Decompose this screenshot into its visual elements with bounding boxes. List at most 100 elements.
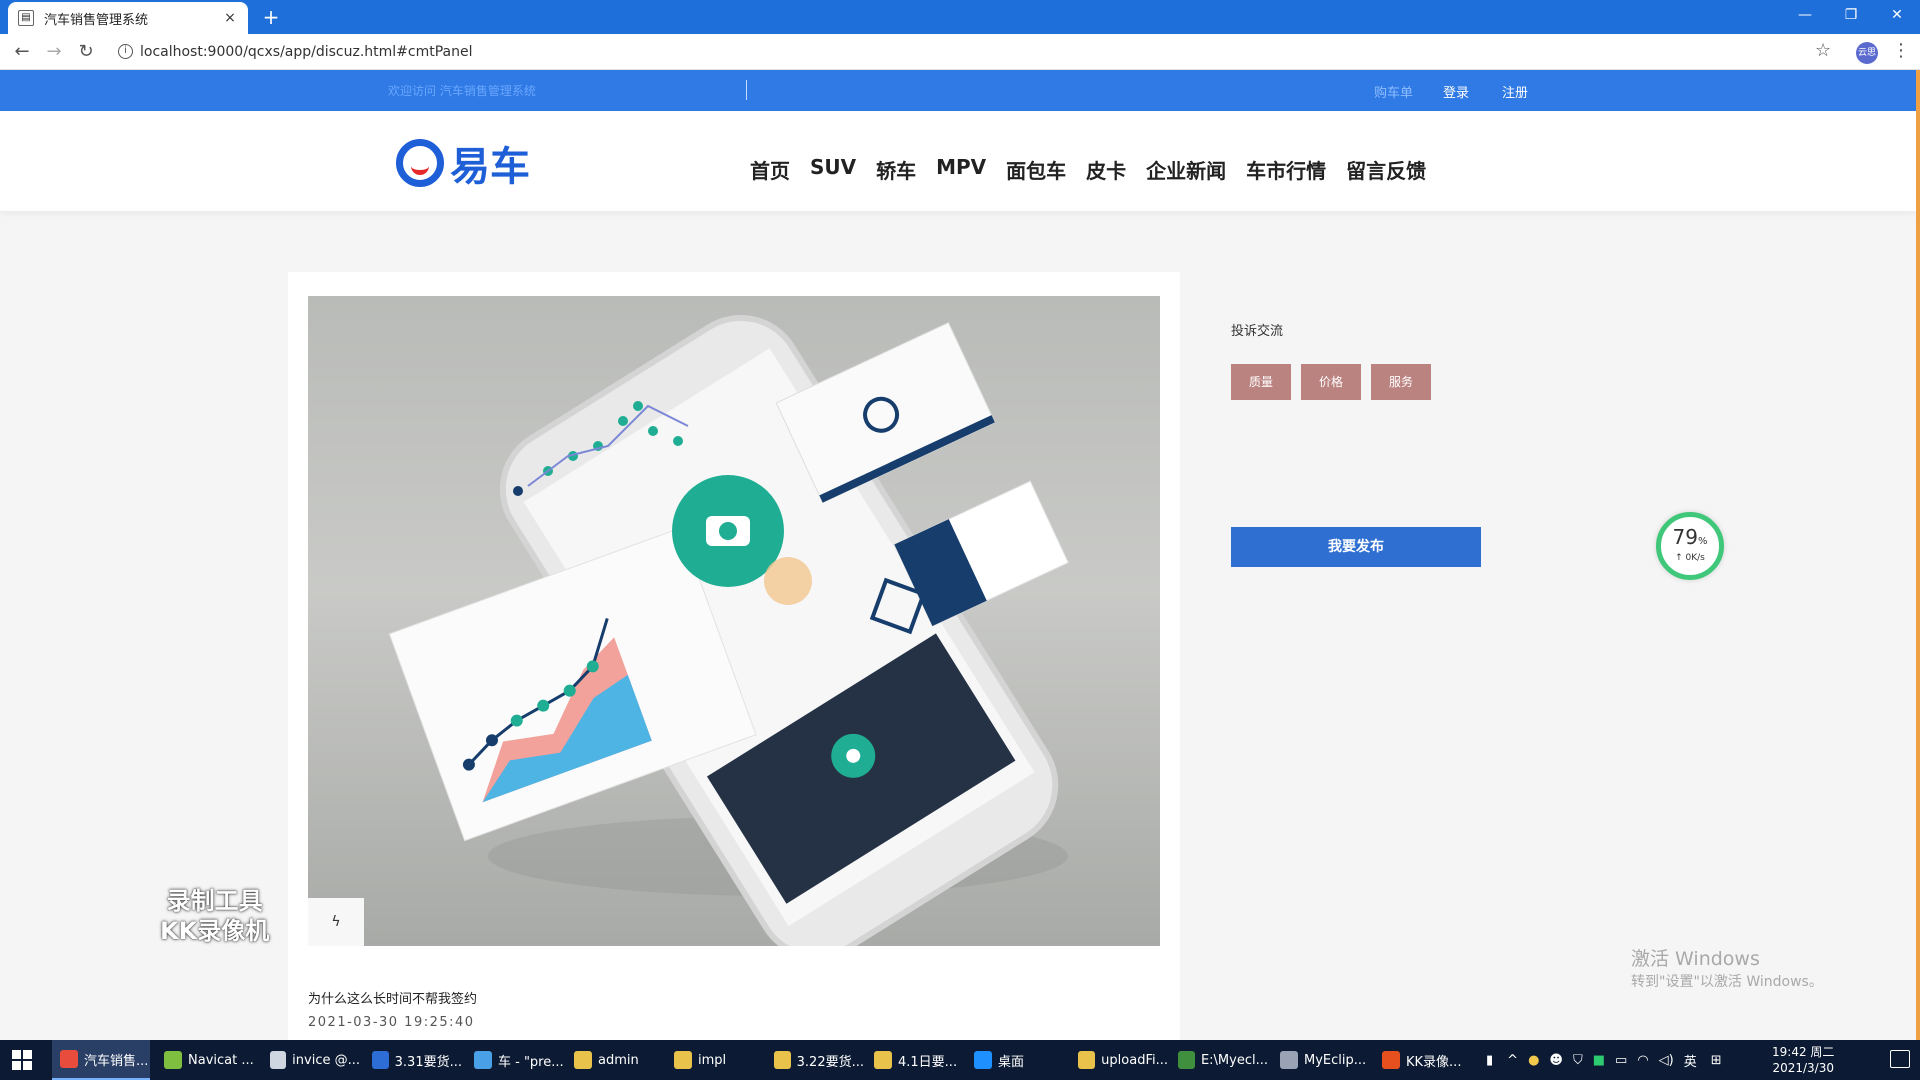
nav-mpv[interactable]: MPV (936, 155, 986, 184)
wifi-icon[interactable]: ◠ (1637, 1053, 1648, 1068)
bookmark-star-icon[interactable]: ☆ (1815, 40, 1831, 61)
page-favicon-icon: ▤ (18, 10, 34, 26)
nav-van[interactable]: 面包车 (1006, 155, 1066, 184)
taskbar-item[interactable]: 3.31要货... (364, 1040, 462, 1080)
site-header: 易车 首页 SUV 轿车 MPV 面包车 皮卡 企业新闻 车市行情 留言反馈 (0, 111, 1916, 211)
qq-icon[interactable]: ☻ (1549, 1053, 1563, 1068)
taskbar-clock[interactable]: 19:42 周二 2021/3/30 (1772, 1044, 1834, 1076)
publish-button[interactable]: 我要发布 (1231, 527, 1481, 567)
nav-sedan[interactable]: 轿车 (876, 155, 916, 184)
new-tab-button[interactable]: + (258, 4, 284, 30)
windows-taskbar: 汽车销售... Navicat ... invice @... 3.31要货... 车 … (0, 1040, 1920, 1080)
taskbar-item[interactable]: MyEclip... (1272, 1040, 1370, 1080)
taskbar-item-label: invice @... (292, 1052, 360, 1068)
taskbar-app-icon (674, 1051, 692, 1069)
taskbar-item-label: impl (698, 1052, 727, 1068)
logo-text: 易车 (450, 144, 530, 190)
taskbar-app-icon (372, 1051, 389, 1069)
back-icon[interactable]: ← (10, 40, 34, 64)
tag-service-button[interactable]: 服务 (1371, 364, 1431, 400)
taskbar-app-icon (474, 1051, 492, 1069)
taskbar-item[interactable]: invice @... (262, 1040, 360, 1080)
tag-quality-button[interactable]: 质量 (1231, 364, 1291, 400)
taskbar-item[interactable]: 桌面 (966, 1040, 1064, 1080)
tray-app-icon[interactable]: ● (1528, 1053, 1539, 1068)
battery-icon[interactable]: ▮ (1486, 1053, 1493, 1068)
taskbar-item[interactable]: 车 - "pre... (466, 1040, 564, 1080)
post-title[interactable]: 为什么这么长时间不帮我签约 (308, 988, 477, 1007)
post-hero-image (308, 296, 1160, 946)
taskbar-app-icon (270, 1051, 287, 1069)
like-button[interactable]: ϟ (308, 898, 364, 946)
address-bar-row: ← → ↻ i localhost:9000/qcxs/app/discuz.h… (0, 34, 1920, 70)
taskbar-item[interactable]: 汽车销售... (52, 1040, 150, 1080)
forward-icon[interactable]: → (42, 40, 66, 64)
strip-divider (746, 80, 747, 100)
phone-infographic-illustration (388, 314, 1070, 946)
tab-close-icon[interactable]: × (222, 10, 238, 26)
tab-title: 汽车销售管理系统 (44, 12, 149, 28)
reload-icon[interactable]: ↻ (74, 40, 98, 64)
nav-home[interactable]: 首页 (750, 155, 790, 184)
register-link[interactable]: 注册 (1502, 82, 1528, 101)
activate-title: 激活 Windows (1631, 948, 1760, 970)
activate-subtitle: 转到"设置"以激活 Windows。 (1631, 974, 1823, 990)
activate-windows-notice: 激活 Windows 转到"设置"以激活 Windows。 (1631, 944, 1823, 991)
system-tray: ▮ ^ ● ☻ ⛉ ■ ▭ ◠ ◁) 英 ⊞ (1486, 1040, 1722, 1080)
taskbar-item-label: uploadFi... (1101, 1052, 1168, 1068)
network-icon[interactable]: ▭ (1615, 1053, 1627, 1068)
minimize-icon[interactable]: — (1782, 0, 1828, 30)
main-nav: 首页 SUV 轿车 MPV 面包车 皮卡 企业新闻 车市行情 留言反馈 (750, 155, 1446, 184)
taskbar-item[interactable]: 3.22要货... (766, 1040, 864, 1080)
page-scrollbar[interactable] (1916, 70, 1920, 1040)
restore-icon[interactable]: ❐ (1828, 0, 1874, 30)
taskbar-item[interactable]: impl (666, 1040, 764, 1080)
taskbar-item[interactable]: E:\Myecl... (1170, 1040, 1268, 1080)
taskbar-item[interactable]: KK录像... (1374, 1040, 1472, 1080)
logo-mark-icon (396, 139, 444, 187)
taskbar-item-label: Navicat ... (188, 1052, 254, 1068)
keyboard-icon[interactable]: ⊞ (1711, 1053, 1722, 1068)
ime-indicator[interactable]: 英 (1684, 1051, 1697, 1070)
nav-market[interactable]: 车市行情 (1246, 155, 1326, 184)
clock-date: 2021/3/30 (1772, 1061, 1834, 1075)
tag-price-button[interactable]: 价格 (1301, 364, 1361, 400)
network-speed-widget[interactable]: 79% ↑ 0K/s (1656, 512, 1724, 580)
taskbar-item[interactable]: admin (566, 1040, 664, 1080)
url-field[interactable]: i localhost:9000/qcxs/app/discuz.html#cm… (114, 39, 1814, 65)
login-link[interactable]: 登录 (1443, 82, 1469, 101)
tray-chevron-icon[interactable]: ^ (1507, 1053, 1518, 1068)
volume-icon[interactable]: ◁) (1659, 1053, 1674, 1068)
taskbar-item[interactable]: 4.1日要... (866, 1040, 964, 1080)
nav-company-news[interactable]: 企业新闻 (1146, 155, 1226, 184)
taskbar-item-label: 车 - "pre... (498, 1054, 564, 1070)
site-top-strip: 欢迎访问 汽车销售管理系统 购车单 登录 注册 (0, 70, 1916, 111)
window-close-icon[interactable]: ✕ (1874, 0, 1920, 30)
nav-suv[interactable]: SUV (810, 155, 856, 184)
url-text: localhost:9000/qcxs/app/discuz.html#cmtP… (140, 44, 473, 60)
taskbar-app-icon (1078, 1051, 1096, 1069)
nav-pickup[interactable]: 皮卡 (1086, 155, 1126, 184)
tray-green-icon[interactable]: ■ (1593, 1053, 1605, 1068)
taskbar-item-label: 3.31要货... (394, 1054, 462, 1070)
speed-rate: ↑ 0K/s (1675, 553, 1705, 563)
site-info-icon[interactable]: i (118, 44, 133, 59)
browser-menu-icon[interactable]: ⋮ (1892, 40, 1910, 61)
taskbar-item[interactable]: uploadFi... (1070, 1040, 1168, 1080)
taskbar-app-icon (1280, 1051, 1298, 1069)
taskbar-app-icon (874, 1051, 892, 1069)
site-logo[interactable]: 易车 (396, 139, 530, 190)
browser-tab-strip: ▤ 汽车销售管理系统 × + — ❐ ✕ (0, 0, 1920, 34)
taskbar-app-icon (1178, 1051, 1195, 1069)
taskbar-item-label: E:\Myecl... (1200, 1052, 1268, 1068)
notification-center-icon[interactable] (1890, 1050, 1910, 1068)
nav-feedback[interactable]: 留言反馈 (1346, 155, 1426, 184)
shield-icon[interactable]: ⛉ (1573, 1053, 1583, 1068)
profile-avatar[interactable]: 云思 (1856, 42, 1878, 64)
taskbar-item-label: 3.22要货... (796, 1054, 864, 1070)
taskbar-app-icon (164, 1051, 182, 1069)
browser-tab[interactable]: ▤ 汽车销售管理系统 × (8, 2, 248, 34)
taskbar-item[interactable]: Navicat ... (156, 1040, 254, 1080)
start-windows-icon[interactable] (12, 1050, 32, 1070)
cart-link[interactable]: 购车单 (1374, 82, 1413, 101)
